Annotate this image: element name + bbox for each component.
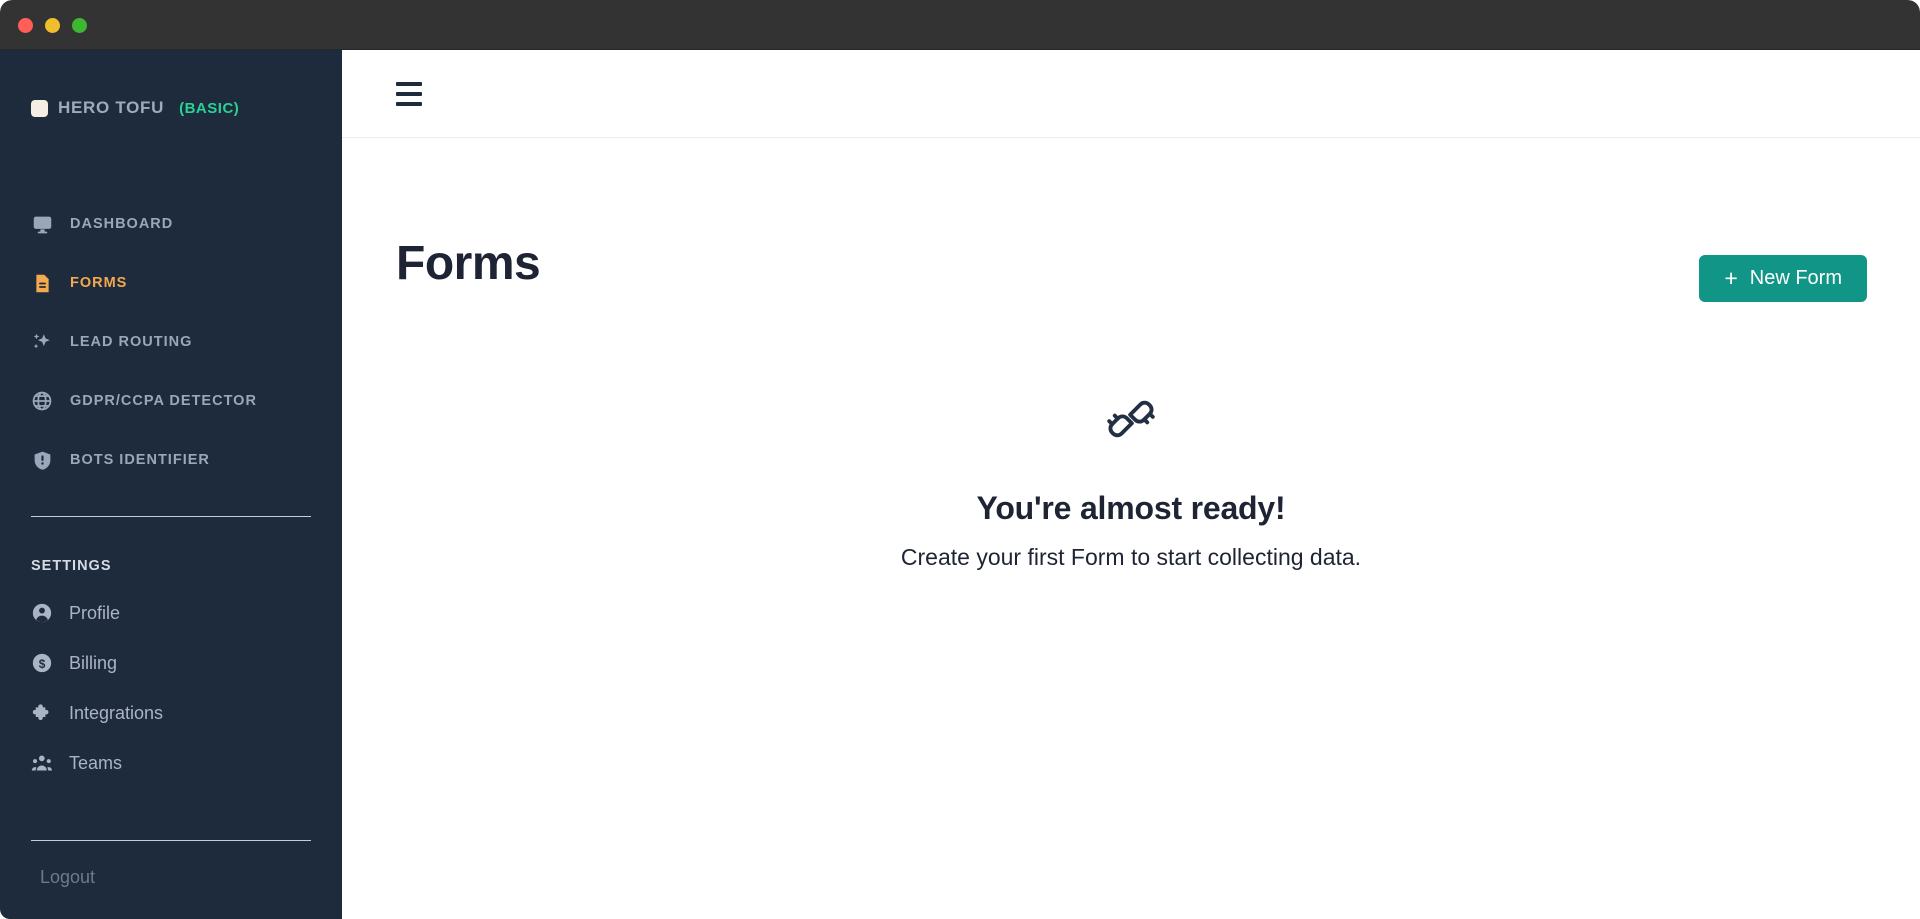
sidebar-item-billing[interactable]: $ Billing (31, 650, 117, 676)
sidebar-item-dashboard[interactable]: DASHBOARD (31, 210, 173, 238)
sidebar-item-profile[interactable]: Profile (31, 600, 120, 626)
new-form-button[interactable]: + New Form (1699, 255, 1867, 302)
sidebar: HERO TOFU (BASIC) DASHBOARD FORMS LEAD R… (0, 50, 342, 919)
sidebar-item-label: LEAD ROUTING (70, 334, 193, 350)
app-window: HERO TOFU (BASIC) DASHBOARD FORMS LEAD R… (0, 0, 1920, 919)
top-bar (342, 50, 1920, 138)
minimize-button[interactable] (45, 18, 60, 33)
plus-icon: + (1724, 265, 1738, 291)
hamburger-icon[interactable] (396, 82, 422, 106)
sidebar-item-teams[interactable]: Teams (31, 750, 122, 776)
sidebar-divider-top (31, 516, 311, 517)
sidebar-divider-bottom (31, 840, 311, 841)
globe-icon (31, 390, 53, 412)
user-circle-icon (31, 602, 53, 624)
page-title: Forms (396, 237, 541, 290)
sparkles-icon (31, 331, 53, 353)
settings-heading: SETTINGS (31, 558, 112, 574)
new-form-button-label: New Form (1749, 267, 1842, 289)
monitor-icon (31, 213, 53, 235)
sidebar-item-bots-identifier[interactable]: BOTS IDENTIFIER (31, 446, 210, 474)
window-titlebar (0, 0, 1920, 50)
sidebar-item-label: FORMS (70, 275, 128, 291)
brand-logo[interactable]: HERO TOFU (BASIC) (31, 98, 239, 118)
sidebar-item-label: Profile (69, 602, 121, 623)
empty-state-subtitle: Create your first Form to start collecti… (900, 544, 1362, 570)
shield-icon (31, 449, 53, 471)
close-button[interactable] (18, 18, 33, 33)
empty-state: You're almost ready! Create your first F… (342, 390, 1920, 571)
tofu-square-icon (31, 99, 48, 117)
sidebar-item-label: Integrations (69, 702, 164, 723)
svg-text:$: $ (39, 657, 46, 671)
empty-state-title: You're almost ready! (976, 490, 1286, 526)
sidebar-item-integrations[interactable]: Integrations (31, 700, 163, 726)
sidebar-item-forms[interactable]: FORMS (31, 269, 127, 297)
sidebar-item-label: Teams (69, 752, 123, 773)
logout-button[interactable]: Logout (40, 867, 95, 888)
zoom-button[interactable] (72, 18, 87, 33)
document-icon (31, 272, 53, 294)
dollar-circle-icon: $ (31, 652, 53, 674)
unplugged-plug-icon (1102, 390, 1160, 453)
sidebar-item-label: GDPR/CCPA DETECTOR (70, 393, 257, 409)
sidebar-item-label: Billing (69, 652, 118, 673)
sidebar-item-label: BOTS IDENTIFIER (70, 452, 210, 468)
sidebar-item-label: DASHBOARD (70, 216, 174, 232)
sidebar-item-lead-routing[interactable]: LEAD ROUTING (31, 328, 192, 356)
sidebar-item-gdpr-ccpa-detector[interactable]: GDPR/CCPA DETECTOR (31, 387, 257, 415)
brand-plan-badge: (BASIC) (179, 99, 240, 117)
brand-name: HERO TOFU (58, 98, 165, 117)
people-icon (31, 752, 53, 774)
main-content: Forms + New Form You're almost ready! Cr… (342, 50, 1920, 919)
puzzle-piece-icon (31, 702, 53, 724)
